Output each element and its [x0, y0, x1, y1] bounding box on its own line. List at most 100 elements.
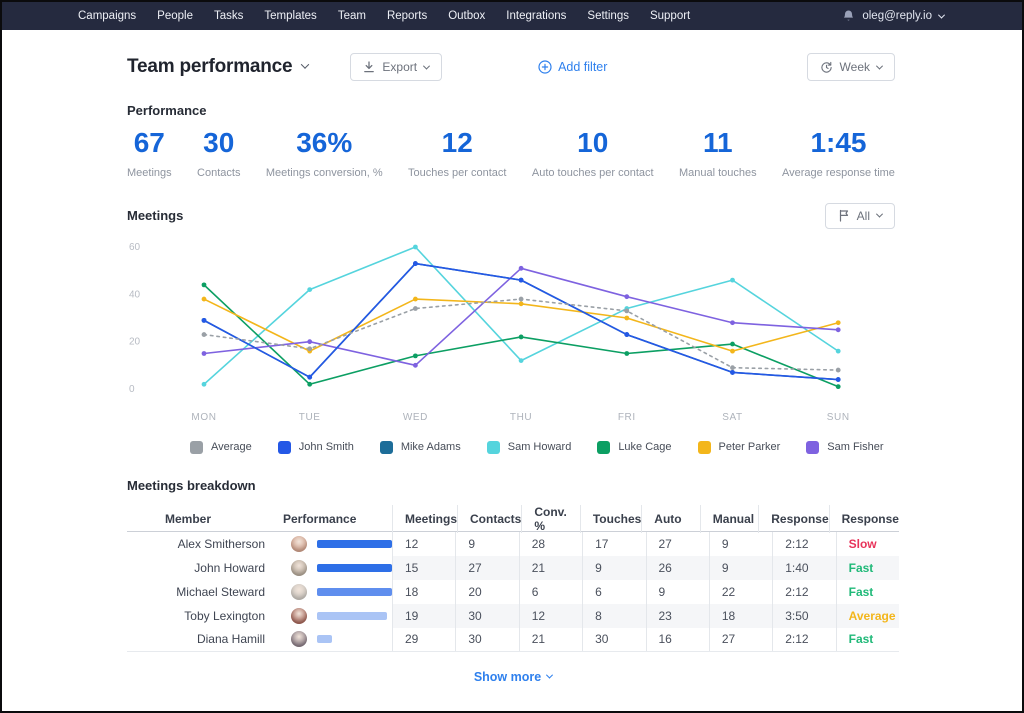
legend-swatch-icon [597, 441, 610, 454]
cell-response: 3:50 [772, 604, 835, 628]
cell-auto: 23 [646, 604, 709, 628]
cell-touches: 30 [582, 628, 645, 651]
cell-conv: 21 [519, 556, 582, 580]
metric-label: Meetings [127, 167, 172, 179]
metric-value: 36% [266, 128, 383, 159]
chart-point-luke-cage [307, 382, 312, 387]
chart-point-john-smith [730, 370, 735, 375]
table-row-diana-hamill: Diana Hamill2930213016272:12Fast [127, 628, 899, 652]
cell-conv: 12 [519, 604, 582, 628]
member-name: Alex Smitherson [127, 532, 267, 556]
performance-cell [267, 532, 392, 556]
avatar [291, 631, 307, 647]
cell-conv: 21 [519, 628, 582, 651]
show-more-row: Show more [127, 668, 899, 686]
nav-item-settings[interactable]: Settings [587, 10, 629, 22]
metric-label: Average response time [782, 167, 895, 179]
metric-manual-touches: 11Manual touches [679, 128, 757, 179]
legend-swatch-icon [190, 441, 203, 454]
legend-item-mike-adams: Mike Adams [380, 441, 461, 454]
chart-point-luke-cage [730, 341, 735, 346]
cell-response-status: Fast [836, 628, 899, 651]
page-header: Team performance Export Add filter [127, 51, 895, 83]
chart-point-luke-cage [519, 334, 524, 339]
legend-item-average: Average [190, 441, 252, 454]
member-name: Michael Steward [127, 580, 267, 604]
legend-item-john-smith: John Smith [278, 441, 354, 454]
chart-point-sam-fisher [202, 351, 207, 356]
plus-circle-icon [538, 60, 552, 74]
legend-label: Sam Howard [508, 441, 572, 453]
nav-item-outbox[interactable]: Outbox [448, 10, 485, 22]
nav-item-templates[interactable]: Templates [264, 10, 316, 22]
chart-point-sam-howard [307, 287, 312, 292]
report-type-dropdown[interactable]: Team performance [127, 56, 308, 78]
nav-item-campaigns[interactable]: Campaigns [78, 10, 136, 22]
chart-point-peter-parker [202, 296, 207, 301]
cell-touches: 9 [582, 556, 645, 580]
period-dropdown[interactable]: Week [807, 53, 895, 81]
cell-auto: 27 [646, 532, 709, 556]
legend-label: Luke Cage [618, 441, 671, 453]
nav-item-tasks[interactable]: Tasks [214, 10, 243, 22]
column-header-meetings: Meetings [392, 505, 457, 533]
y-tick-label: 60 [129, 242, 141, 253]
chart-point-luke-cage [413, 353, 418, 358]
cell-touches: 8 [582, 604, 645, 628]
x-tick-label: THU [510, 412, 532, 423]
chart-point-sam-howard [836, 349, 841, 354]
chart-point-average [730, 365, 735, 370]
export-label: Export [382, 60, 417, 74]
performance-bar [317, 612, 387, 620]
nav-item-people[interactable]: People [157, 10, 193, 22]
nav-item-integrations[interactable]: Integrations [506, 10, 566, 22]
legend-item-sam-fisher: Sam Fisher [806, 441, 883, 454]
nav-item-support[interactable]: Support [650, 10, 690, 22]
chart-point-average [413, 306, 418, 311]
performance-section-title: Performance [127, 103, 895, 118]
chart-point-peter-parker [624, 315, 629, 320]
cell-contacts: 9 [455, 532, 518, 556]
export-button[interactable]: Export [350, 53, 442, 81]
legend-swatch-icon [278, 441, 291, 454]
metrics-row: 67Meetings30Contacts36%Meetings conversi… [127, 128, 895, 179]
account-menu[interactable]: oleg@reply.io [842, 9, 944, 23]
app-window: Campaigns People Tasks Templates Team Reports… [0, 0, 1024, 713]
cell-response: 1:40 [772, 556, 835, 580]
chart-point-peter-parker [519, 301, 524, 306]
cell-response-status: Slow [836, 532, 899, 556]
cell-response: 2:12 [772, 580, 835, 604]
member-name: John Howard [127, 556, 267, 580]
meetings-filter-dropdown[interactable]: All [825, 203, 895, 229]
chart-point-sam-fisher [624, 294, 629, 299]
history-icon [820, 61, 833, 74]
meetings-section-title: Meetings [127, 208, 183, 223]
breakdown-section-title: Meetings breakdown [127, 478, 895, 493]
show-more-button[interactable]: Show more [474, 670, 552, 684]
x-tick-label: FRI [618, 412, 636, 423]
cell-touches: 17 [582, 532, 645, 556]
main-content: Team performance Export Add filter [2, 51, 1022, 686]
metric-value: 10 [532, 128, 654, 159]
chart-point-peter-parker [413, 296, 418, 301]
cell-meetings: 29 [392, 628, 455, 651]
legend-swatch-icon [698, 441, 711, 454]
chevron-down-icon [938, 11, 945, 18]
chart-point-average [307, 346, 312, 351]
cell-manual: 9 [709, 532, 772, 556]
add-filter-button[interactable]: Add filter [538, 60, 607, 74]
cell-conv: 6 [519, 580, 582, 604]
x-tick-label: MON [191, 412, 216, 423]
table-header: MemberPerformanceMeetingsContactsConv. %… [127, 505, 899, 532]
period-label: Week [840, 60, 870, 74]
chart-point-sam-howard [519, 358, 524, 363]
chevron-down-icon [301, 60, 309, 68]
chart-point-luke-cage [836, 384, 841, 389]
nav-item-reports[interactable]: Reports [387, 10, 427, 22]
metric-auto-touches-per-contact: 10Auto touches per contact [532, 128, 654, 179]
chart-point-sam-howard [202, 382, 207, 387]
cell-meetings: 18 [392, 580, 455, 604]
legend-item-sam-howard: Sam Howard [487, 441, 572, 454]
nav-item-team[interactable]: Team [338, 10, 366, 22]
column-header-member: Member [127, 505, 267, 533]
